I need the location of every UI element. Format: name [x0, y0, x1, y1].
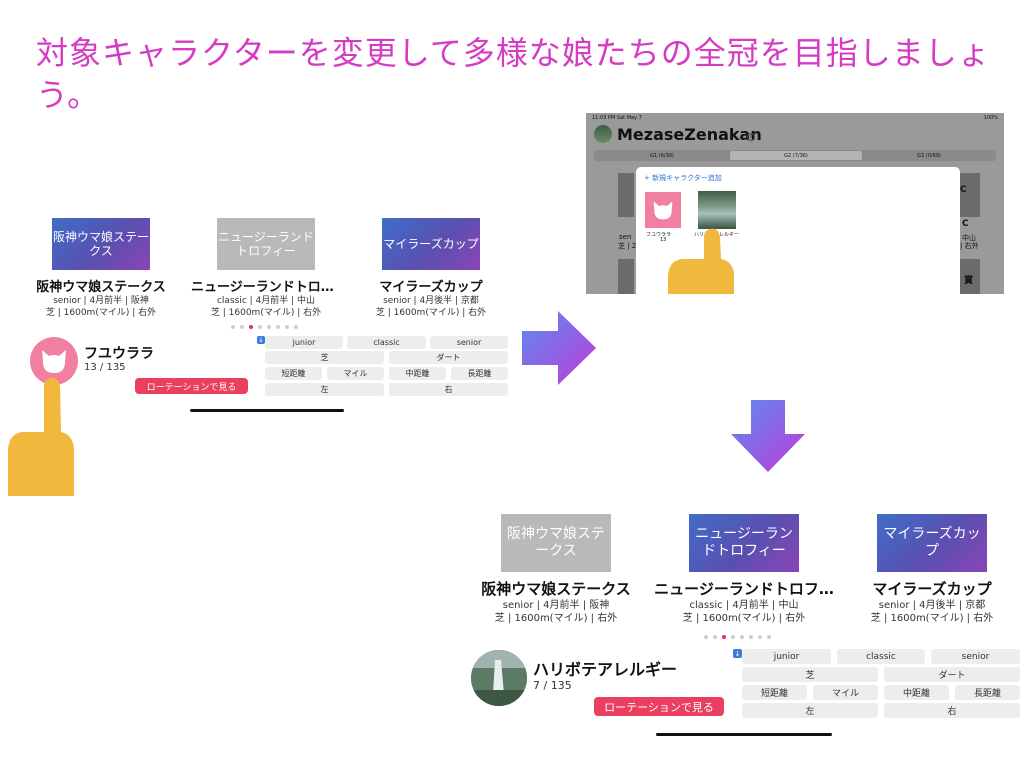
filter-grade-classic[interactable]: classic: [837, 649, 925, 664]
rotation-button[interactable]: ローテーションで見る: [594, 697, 724, 716]
tab-g2[interactable]: G2 (7/36): [730, 151, 862, 160]
filter-direction-right[interactable]: 右: [884, 703, 1020, 718]
tap-finger-icon: [668, 228, 734, 294]
status-bar: 11:03 PM Sat May 7 100%: [592, 115, 998, 121]
character-name: フユウララ: [84, 346, 154, 362]
race-meta: 芝 | 1600m(マイル) | 右外: [682, 613, 806, 624]
race-meta: 芝 | 1600m(マイル) | 右外: [210, 308, 322, 318]
character-avatar[interactable]: [471, 650, 527, 706]
character-option-haribote[interactable]: [698, 191, 736, 229]
race-meta: 芝 | 1600m(マイル) | 右外: [375, 308, 487, 318]
filter-distance-long[interactable]: 長距離: [955, 685, 1020, 700]
character-option-fuyuurara[interactable]: [645, 192, 681, 228]
race-card[interactable]: 阪神ウマ娘ステークス 阪神ウマ娘ステークス senior | 4月前半 | 阪神…: [466, 514, 646, 625]
add-character-link[interactable]: + 新規キャラクター追加: [644, 173, 722, 183]
race-meta: senior | 4月前半 | 阪神: [502, 600, 610, 611]
filter-surface-turf[interactable]: 芝: [742, 667, 878, 682]
character-name: ハリボテアレルギー: [533, 660, 678, 679]
cat-face-icon: [42, 350, 66, 373]
filter-distance-sprint[interactable]: 短距離: [742, 685, 807, 700]
home-indicator: [656, 733, 832, 736]
help-icon[interactable]: ?: [747, 133, 755, 141]
race-meta: classic | 4月前半 | 中山: [689, 600, 799, 611]
headline: 対象キャラクターを変更して多様な娘たちの全冠を目指しましょう。: [36, 34, 991, 114]
filter-surface-dirt[interactable]: ダート: [389, 351, 508, 364]
sort-icon[interactable]: ↓: [733, 649, 742, 658]
race-card[interactable]: ニュージーランドトロフィー ニュージーランドトロフ… classic | 4月前…: [191, 218, 341, 319]
filter-surface-turf[interactable]: 芝: [265, 351, 384, 364]
home-indicator: [190, 409, 344, 412]
race-thumbnail: マイラーズカップ: [877, 514, 987, 572]
race-meta: senior | 4月後半 | 京都: [878, 600, 986, 611]
race-thumbnail: ニュージーランドトロフィー: [217, 218, 315, 270]
cat-face-icon: [653, 201, 673, 220]
sort-icon[interactable]: ↓: [257, 336, 265, 344]
tap-finger-icon: [8, 377, 74, 496]
character-count: 13 / 135: [84, 362, 126, 373]
race-card[interactable]: マイラーズカップ マイラーズカップ senior | 4月後半 | 京都 芝 |…: [842, 514, 1022, 625]
tab-g3[interactable]: G3 (0/69): [864, 151, 994, 160]
race-name: マイラーズカップ: [872, 580, 992, 598]
filter-grade-junior[interactable]: junior: [265, 336, 343, 349]
race-name: ニュージーランドトロフ…: [654, 580, 834, 598]
race-thumbnail: 阪神ウマ娘ステークス: [52, 218, 150, 270]
filter-grade-senior[interactable]: senior: [430, 336, 508, 349]
race-name: ニュージーランドトロフ…: [191, 280, 341, 295]
filter-distance-sprint[interactable]: 短距離: [265, 367, 322, 380]
race-meta: 芝 | 1600m(マイル) | 右外: [870, 613, 994, 624]
race-name: マイラーズカップ: [379, 280, 483, 295]
race-card[interactable]: マイラーズカップ マイラーズカップ senior | 4月後半 | 京都 芝 |…: [356, 218, 506, 319]
race-meta: senior | 4月後半 | 京都: [383, 296, 479, 306]
race-thumbnail: ニュージーランドトロフィー: [689, 514, 799, 572]
filter-distance-long[interactable]: 長距離: [451, 367, 508, 380]
tablet-screenshot: 11:03 PM Sat May 7 100% MezaseZenakan ? …: [586, 113, 1004, 294]
race-meta: 芝 | 1600m(マイル) | 右外: [494, 613, 618, 624]
filter-direction-left[interactable]: 左: [265, 383, 384, 396]
tab-g1[interactable]: G1 (6/30): [596, 151, 728, 160]
filter-grade-junior[interactable]: junior: [742, 649, 831, 664]
arrow-right-icon: [522, 311, 596, 385]
filter-grade-senior[interactable]: senior: [931, 649, 1020, 664]
filter-distance-mile[interactable]: マイル: [327, 367, 384, 380]
character-count: 7 / 135: [533, 679, 572, 692]
page-indicator[interactable]: [704, 635, 771, 639]
grade-segmented-control[interactable]: G1 (6/30) G2 (7/36) G3 (0/69): [594, 150, 996, 161]
filter-surface-dirt[interactable]: ダート: [884, 667, 1020, 682]
race-name: 阪神ウマ娘ステークス: [36, 280, 166, 295]
race-meta: 芝 | 1600m(マイル) | 右外: [45, 308, 157, 318]
filter-distance-middle[interactable]: 中距離: [389, 367, 446, 380]
race-meta: classic | 4月前半 | 中山: [216, 296, 316, 306]
race-thumbnail: マイラーズカップ: [382, 218, 480, 270]
race-card[interactable]: ニュージーランドトロフィー ニュージーランドトロフ… classic | 4月前…: [654, 514, 834, 625]
race-name: 阪神ウマ娘ステークス: [481, 580, 631, 598]
page-indicator[interactable]: [231, 325, 298, 329]
filter-direction-right[interactable]: 右: [389, 383, 508, 396]
filter-direction-left[interactable]: 左: [742, 703, 878, 718]
filter-grade-classic[interactable]: classic: [347, 336, 426, 349]
rotation-button[interactable]: ローテーションで見る: [135, 378, 248, 394]
filter-distance-mile[interactable]: マイル: [813, 685, 878, 700]
app-avatar[interactable]: [594, 125, 612, 143]
arrow-down-icon: [731, 400, 805, 472]
filter-distance-middle[interactable]: 中距離: [884, 685, 949, 700]
race-card[interactable]: 阪神ウマ娘ステークス 阪神ウマ娘ステークス senior | 4月前半 | 阪神…: [26, 218, 176, 319]
race-thumbnail: 阪神ウマ娘ステークス: [501, 514, 611, 572]
waterfall-image: [471, 650, 527, 706]
race-meta: senior | 4月前半 | 阪神: [53, 296, 149, 306]
app-title: MezaseZenakan: [617, 125, 762, 144]
